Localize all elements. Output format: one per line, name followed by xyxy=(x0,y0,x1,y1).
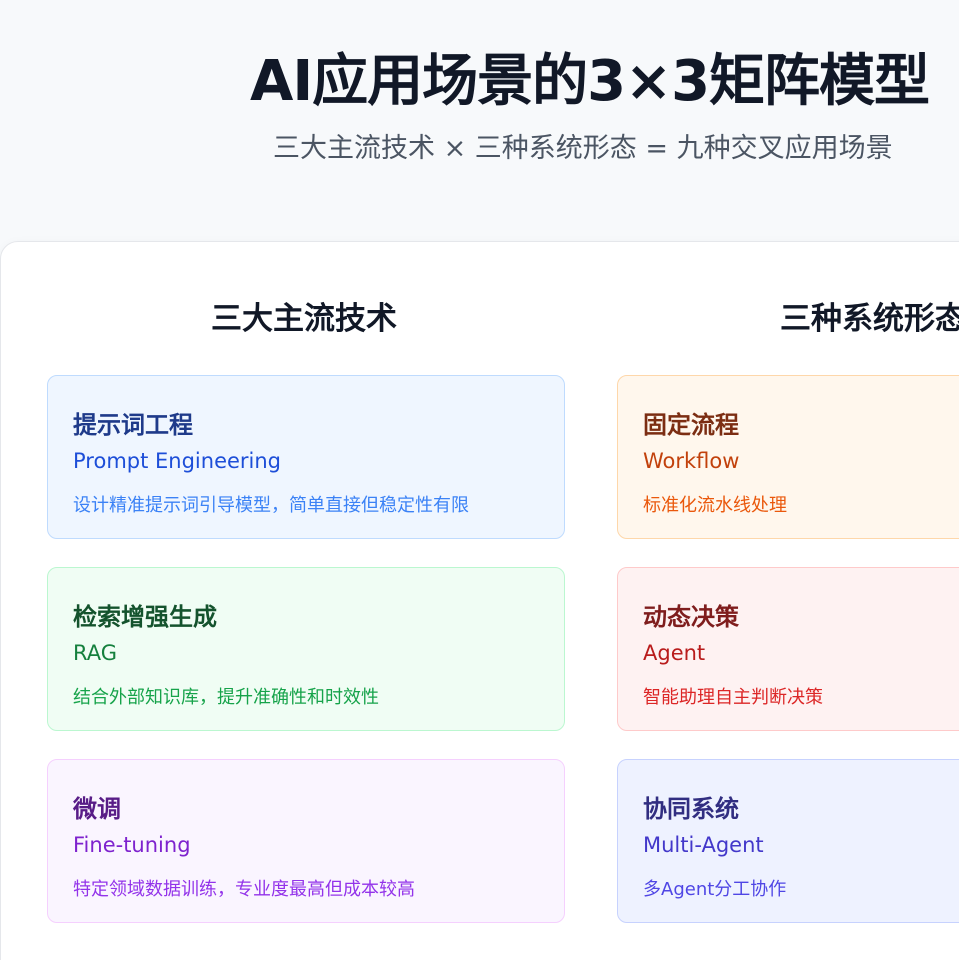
card-title: 协同系统 xyxy=(643,795,739,823)
page-subtitle: 三大主流技术 × 三种系统形态 = 九种交叉应用场景 xyxy=(273,133,893,164)
tech-card-prompt-engineering: 提示词工程 Prompt Engineering 设计精准提示词引导模型，简单直… xyxy=(47,375,565,539)
card-title: 提示词工程 xyxy=(73,411,193,439)
card-subtitle: Multi-Agent xyxy=(643,833,764,857)
card-description: 智能助理自主判断决策 xyxy=(643,687,823,708)
page-title: AI应用场景的3×3矩阵模型 xyxy=(250,49,930,114)
card-subtitle: Workflow xyxy=(643,449,740,473)
systems-heading: 三种系统形态 xyxy=(780,301,959,337)
card-description: 标准化流水线处理 xyxy=(643,495,787,516)
card-subtitle: Fine-tuning xyxy=(73,833,191,857)
page: AI应用场景的3×3矩阵模型 三大主流技术 × 三种系统形态 = 九种交叉应用场… xyxy=(0,0,959,960)
card-description: 结合外部知识库，提升准确性和时效性 xyxy=(73,687,379,708)
card-title: 动态决策 xyxy=(643,603,739,631)
system-card-agent: 动态决策 Agent 智能助理自主判断决策 xyxy=(617,567,959,731)
tech-card-fine-tuning: 微调 Fine-tuning 特定领域数据训练，专业度最高但成本较高 xyxy=(47,759,565,923)
card-description: 多Agent分工协作 xyxy=(643,879,787,900)
card-description: 设计精准提示词引导模型，简单直接但稳定性有限 xyxy=(73,495,469,516)
system-card-workflow: 固定流程 Workflow 标准化流水线处理 xyxy=(617,375,959,539)
card-subtitle: Prompt Engineering xyxy=(73,449,282,473)
card-subtitle: Agent xyxy=(643,641,706,665)
card-subtitle: RAG xyxy=(73,641,118,665)
card-title: 检索增强生成 xyxy=(73,603,217,631)
card-title: 微调 xyxy=(73,795,121,823)
card-description: 特定领域数据训练，专业度最高但成本较高 xyxy=(73,879,415,900)
card-title: 固定流程 xyxy=(643,411,739,439)
system-card-multi-agent: 协同系统 Multi-Agent 多Agent分工协作 xyxy=(617,759,959,923)
tech-card-rag: 检索增强生成 RAG 结合外部知识库，提升准确性和时效性 xyxy=(47,567,565,731)
technologies-heading: 三大主流技术 xyxy=(211,301,397,337)
